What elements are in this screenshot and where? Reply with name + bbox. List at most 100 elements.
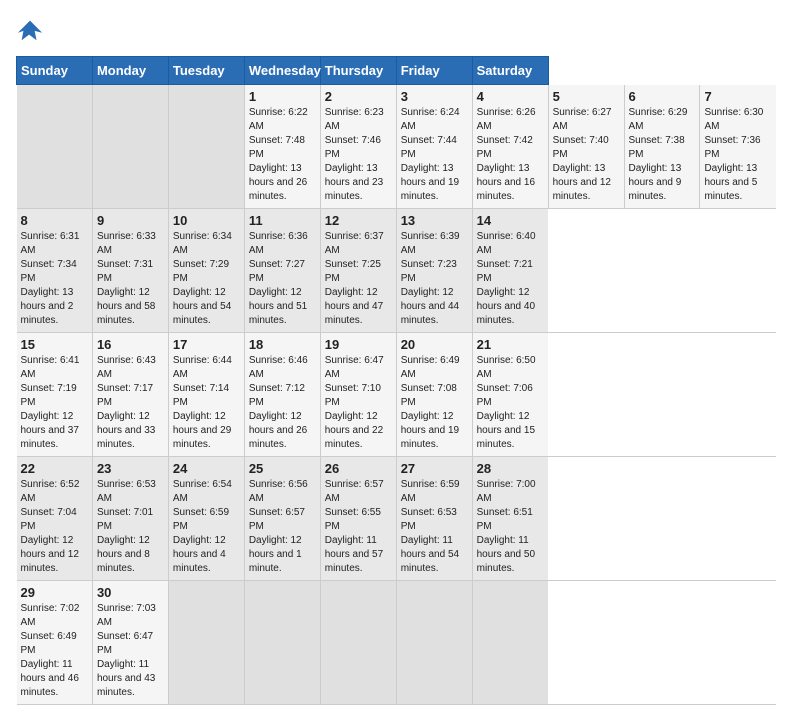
calendar-cell: [320, 581, 396, 705]
cell-content: Sunrise: 6:46 AMSunset: 7:12 PMDaylight:…: [249, 355, 308, 450]
cell-content: Sunrise: 6:31 AMSunset: 7:34 PMDaylight:…: [21, 231, 80, 326]
day-number: 3: [401, 89, 468, 104]
day-number: 14: [477, 213, 544, 228]
calendar-cell: [17, 85, 93, 209]
day-number: 21: [477, 337, 544, 352]
day-number: 16: [97, 337, 164, 352]
day-number: 4: [477, 89, 544, 104]
calendar-cell: 24 Sunrise: 6:54 AMSunset: 6:59 PMDaylig…: [168, 457, 244, 581]
calendar-cell: [472, 581, 548, 705]
day-number: 9: [97, 213, 164, 228]
cell-content: Sunrise: 6:56 AMSunset: 6:57 PMDaylight:…: [249, 479, 308, 574]
calendar-cell: 27 Sunrise: 6:59 AMSunset: 6:53 PMDaylig…: [396, 457, 472, 581]
logo: [16, 16, 48, 44]
day-number: 8: [21, 213, 88, 228]
calendar-week-row: 22 Sunrise: 6:52 AMSunset: 7:04 PMDaylig…: [17, 457, 777, 581]
cell-content: Sunrise: 6:43 AMSunset: 7:17 PMDaylight:…: [97, 355, 156, 450]
calendar-cell: 1 Sunrise: 6:22 AMSunset: 7:48 PMDayligh…: [244, 85, 320, 209]
calendar-table: SundayMondayTuesdayWednesdayThursdayFrid…: [16, 56, 776, 705]
calendar-cell: 17 Sunrise: 6:44 AMSunset: 7:14 PMDaylig…: [168, 333, 244, 457]
day-number: 28: [477, 461, 544, 476]
cell-content: Sunrise: 6:36 AMSunset: 7:27 PMDaylight:…: [249, 231, 308, 326]
day-number: 27: [401, 461, 468, 476]
calendar-cell: 7 Sunrise: 6:30 AMSunset: 7:36 PMDayligh…: [700, 85, 776, 209]
cell-content: Sunrise: 7:00 AMSunset: 6:51 PMDaylight:…: [477, 479, 536, 574]
calendar-cell: 6 Sunrise: 6:29 AMSunset: 7:38 PMDayligh…: [624, 85, 700, 209]
calendar-cell: 10 Sunrise: 6:34 AMSunset: 7:29 PMDaylig…: [168, 209, 244, 333]
day-number: 1: [249, 89, 316, 104]
day-number: 19: [325, 337, 392, 352]
weekday-header: Sunday: [17, 57, 93, 85]
calendar-cell: [168, 85, 244, 209]
weekday-header-row: SundayMondayTuesdayWednesdayThursdayFrid…: [17, 57, 777, 85]
calendar-cell: 22 Sunrise: 6:52 AMSunset: 7:04 PMDaylig…: [17, 457, 93, 581]
cell-content: Sunrise: 7:03 AMSunset: 6:47 PMDaylight:…: [97, 603, 156, 698]
day-number: 24: [173, 461, 240, 476]
calendar-cell: 5 Sunrise: 6:27 AMSunset: 7:40 PMDayligh…: [548, 85, 624, 209]
weekday-header: Monday: [92, 57, 168, 85]
day-number: 10: [173, 213, 240, 228]
calendar-cell: 30 Sunrise: 7:03 AMSunset: 6:47 PMDaylig…: [92, 581, 168, 705]
cell-content: Sunrise: 6:47 AMSunset: 7:10 PMDaylight:…: [325, 355, 384, 450]
calendar-cell: 3 Sunrise: 6:24 AMSunset: 7:44 PMDayligh…: [396, 85, 472, 209]
cell-content: Sunrise: 6:41 AMSunset: 7:19 PMDaylight:…: [21, 355, 80, 450]
calendar-cell: 2 Sunrise: 6:23 AMSunset: 7:46 PMDayligh…: [320, 85, 396, 209]
calendar-cell: 21 Sunrise: 6:50 AMSunset: 7:06 PMDaylig…: [472, 333, 548, 457]
cell-content: Sunrise: 6:39 AMSunset: 7:23 PMDaylight:…: [401, 231, 460, 326]
day-number: 5: [553, 89, 620, 104]
weekday-header: Thursday: [320, 57, 396, 85]
cell-content: Sunrise: 6:40 AMSunset: 7:21 PMDaylight:…: [477, 231, 536, 326]
cell-content: Sunrise: 6:53 AMSunset: 7:01 PMDaylight:…: [97, 479, 156, 574]
cell-content: Sunrise: 6:22 AMSunset: 7:48 PMDaylight:…: [249, 107, 308, 202]
cell-content: Sunrise: 6:44 AMSunset: 7:14 PMDaylight:…: [173, 355, 232, 450]
calendar-cell: [168, 581, 244, 705]
calendar-week-row: 8 Sunrise: 6:31 AMSunset: 7:34 PMDayligh…: [17, 209, 777, 333]
calendar-cell: [92, 85, 168, 209]
cell-content: Sunrise: 6:57 AMSunset: 6:55 PMDaylight:…: [325, 479, 384, 574]
calendar-cell: 11 Sunrise: 6:36 AMSunset: 7:27 PMDaylig…: [244, 209, 320, 333]
day-number: 12: [325, 213, 392, 228]
day-number: 7: [704, 89, 772, 104]
calendar-cell: 14 Sunrise: 6:40 AMSunset: 7:21 PMDaylig…: [472, 209, 548, 333]
day-number: 22: [21, 461, 88, 476]
day-number: 26: [325, 461, 392, 476]
cell-content: Sunrise: 6:54 AMSunset: 6:59 PMDaylight:…: [173, 479, 232, 574]
cell-content: Sunrise: 6:29 AMSunset: 7:38 PMDaylight:…: [629, 107, 688, 202]
day-number: 29: [21, 585, 88, 600]
calendar-cell: 19 Sunrise: 6:47 AMSunset: 7:10 PMDaylig…: [320, 333, 396, 457]
day-number: 25: [249, 461, 316, 476]
cell-content: Sunrise: 6:30 AMSunset: 7:36 PMDaylight:…: [704, 107, 763, 202]
cell-content: Sunrise: 6:52 AMSunset: 7:04 PMDaylight:…: [21, 479, 80, 574]
weekday-header: Wednesday: [244, 57, 320, 85]
calendar-cell: 15 Sunrise: 6:41 AMSunset: 7:19 PMDaylig…: [17, 333, 93, 457]
cell-content: Sunrise: 6:26 AMSunset: 7:42 PMDaylight:…: [477, 107, 536, 202]
calendar-cell: 9 Sunrise: 6:33 AMSunset: 7:31 PMDayligh…: [92, 209, 168, 333]
calendar-week-row: 15 Sunrise: 6:41 AMSunset: 7:19 PMDaylig…: [17, 333, 777, 457]
weekday-header: Friday: [396, 57, 472, 85]
calendar-cell: 16 Sunrise: 6:43 AMSunset: 7:17 PMDaylig…: [92, 333, 168, 457]
day-number: 18: [249, 337, 316, 352]
day-number: 15: [21, 337, 88, 352]
cell-content: Sunrise: 6:33 AMSunset: 7:31 PMDaylight:…: [97, 231, 156, 326]
calendar-cell: 20 Sunrise: 6:49 AMSunset: 7:08 PMDaylig…: [396, 333, 472, 457]
day-number: 23: [97, 461, 164, 476]
calendar-cell: 13 Sunrise: 6:39 AMSunset: 7:23 PMDaylig…: [396, 209, 472, 333]
cell-content: Sunrise: 6:24 AMSunset: 7:44 PMDaylight:…: [401, 107, 460, 202]
day-number: 17: [173, 337, 240, 352]
cell-content: Sunrise: 6:37 AMSunset: 7:25 PMDaylight:…: [325, 231, 384, 326]
calendar-cell: 25 Sunrise: 6:56 AMSunset: 6:57 PMDaylig…: [244, 457, 320, 581]
day-number: 2: [325, 89, 392, 104]
calendar-cell: 4 Sunrise: 6:26 AMSunset: 7:42 PMDayligh…: [472, 85, 548, 209]
calendar-cell: 23 Sunrise: 6:53 AMSunset: 7:01 PMDaylig…: [92, 457, 168, 581]
day-number: 11: [249, 213, 316, 228]
cell-content: Sunrise: 6:59 AMSunset: 6:53 PMDaylight:…: [401, 479, 460, 574]
weekday-header: Saturday: [472, 57, 548, 85]
day-number: 13: [401, 213, 468, 228]
cell-content: Sunrise: 6:49 AMSunset: 7:08 PMDaylight:…: [401, 355, 460, 450]
calendar-cell: 29 Sunrise: 7:02 AMSunset: 6:49 PMDaylig…: [17, 581, 93, 705]
cell-content: Sunrise: 6:27 AMSunset: 7:40 PMDaylight:…: [553, 107, 612, 202]
calendar-cell: [244, 581, 320, 705]
day-number: 30: [97, 585, 164, 600]
calendar-cell: 12 Sunrise: 6:37 AMSunset: 7:25 PMDaylig…: [320, 209, 396, 333]
logo-icon: [16, 16, 44, 44]
